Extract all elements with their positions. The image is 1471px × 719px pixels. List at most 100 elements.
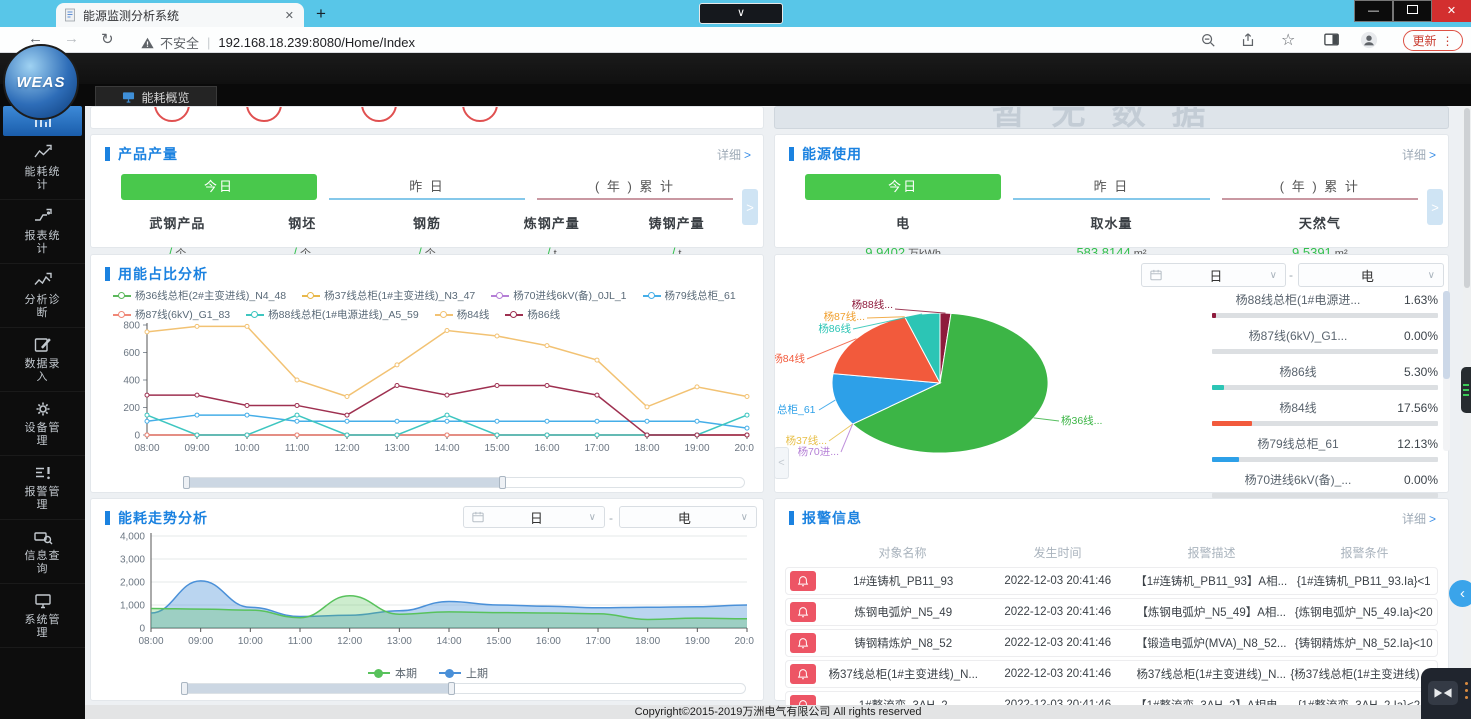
- share-icon[interactable]: [1240, 32, 1256, 48]
- more-menu-icon[interactable]: ⋮: [1442, 34, 1454, 48]
- collapse-button[interactable]: ‹: [1449, 580, 1471, 607]
- update-button[interactable]: 更新 ⋮: [1403, 30, 1463, 51]
- legend-item[interactable]: 杨36线总柜(2#主变进线)_N4_48: [113, 288, 286, 303]
- trend-energy-type-select[interactable]: 电 ∨: [619, 506, 757, 528]
- sidebar-item-info-query[interactable]: 信息查询: [0, 520, 85, 584]
- sidebar-item-label: 报表统计: [25, 230, 61, 256]
- reload-button[interactable]: ↻: [101, 30, 114, 48]
- alarm-bell-icon: [790, 571, 816, 591]
- energy-type-select[interactable]: 电 ∨: [1298, 263, 1444, 287]
- alarm-row[interactable]: 1#连铸机_PB11_932022-12-03 20:41:46【1#连铸机_P…: [785, 567, 1438, 595]
- tab-yesterday[interactable]: 昨 日: [1013, 174, 1209, 200]
- line-chart-datazoom-slider[interactable]: [183, 477, 745, 488]
- sidebar-item-analysis-diagnosis[interactable]: 分析诊断: [0, 264, 85, 328]
- no-data-placeholder: 暂无数据: [775, 106, 1448, 129]
- tab-today[interactable]: 今日: [121, 174, 317, 200]
- svg-text:15:00: 15:00: [486, 636, 511, 647]
- energy-metrics: 电9.9402万kWh取水量583.8144m²天然气9.5391m²: [775, 200, 1448, 261]
- main-content: 暂无数据 产品产量 详细> 今日昨 日( 年 ) 累 计 武钢产品/个钢坯/个钢…: [85, 106, 1471, 705]
- area-chart-datazoom-slider[interactable]: [181, 683, 746, 694]
- ratio-list-item[interactable]: 杨88线总柜(1#电源进...1.63%: [1212, 291, 1438, 318]
- energy-trend-area-chart: 01,0002,0003,0004,00008:0009:0010:0011:0…: [99, 531, 754, 666]
- ratio-list-item[interactable]: 杨87线(6kV)_G1...0.00%: [1212, 327, 1438, 354]
- svg-text:13:00: 13:00: [387, 636, 412, 647]
- alarm-bell-icon: [790, 602, 816, 622]
- usage-ratio-pie-chart: 杨88线...杨36线...杨37线...杨70进...总柜_61杨84线杨87…: [775, 291, 1215, 491]
- panel-bullet: [105, 267, 110, 281]
- new-tab-button[interactable]: +: [316, 4, 326, 24]
- alarm-detail-link[interactable]: 详细>: [1402, 510, 1436, 527]
- chevron-down-icon: ∨: [741, 512, 748, 523]
- address-bar[interactable]: 不安全 | 192.168.18.239:8080/Home/Index: [140, 33, 415, 52]
- window-dropdown-button[interactable]: ∨: [699, 3, 783, 24]
- side-grip-handle[interactable]: [1461, 367, 1471, 413]
- svg-text:17:00: 17:00: [584, 443, 609, 454]
- alarm-row[interactable]: 炼钢电弧炉_N5_492022-12-03 20:41:46【炼钢电弧炉_N5_…: [785, 598, 1438, 626]
- svg-text:3,000: 3,000: [120, 555, 145, 566]
- ratio-list-item[interactable]: 杨84线17.56%: [1212, 399, 1438, 426]
- svg-text:10:00: 10:00: [238, 636, 263, 647]
- sidebar-item-data-entry[interactable]: 数据录入: [0, 328, 85, 392]
- tab-year-total[interactable]: ( 年 ) 累 计: [537, 174, 733, 200]
- carousel-next-button[interactable]: >: [1427, 189, 1443, 225]
- side-panel-icon[interactable]: [1324, 32, 1340, 47]
- alarm-row[interactable]: 铸钢精炼炉_N8_522022-12-03 20:41:46【锻造电弧炉(MVA…: [785, 629, 1438, 657]
- product-detail-link[interactable]: 详细>: [717, 146, 751, 163]
- alarm-info-panel: 报警信息 详细> 对象名称发生时间报警描述报警条件 1#连铸机_PB11_932…: [774, 498, 1449, 701]
- carousel-next-button[interactable]: >: [742, 189, 758, 225]
- monitor-icon: [122, 91, 135, 103]
- tab-energy-overview[interactable]: 能耗概览: [95, 86, 217, 108]
- svg-text:800: 800: [123, 321, 140, 332]
- security-label: 不安全: [160, 33, 199, 52]
- footer: Copyright©2015-2019万洲电气有限公司 All rights r…: [85, 705, 1471, 719]
- maximize-icon: [1407, 5, 1418, 14]
- legend-item[interactable]: 杨79线总柜_61: [643, 288, 736, 303]
- energy-detail-link[interactable]: 详细>: [1402, 146, 1436, 163]
- trend-period-select[interactable]: 日 ∨: [463, 506, 605, 528]
- sidebar-item-device-mgmt[interactable]: 设备管理: [0, 392, 85, 456]
- period-select[interactable]: 日 ∨: [1141, 263, 1286, 287]
- tab-today[interactable]: 今日: [805, 174, 1001, 200]
- tab-yesterday[interactable]: 昨 日: [329, 174, 525, 200]
- legend-item[interactable]: 杨37线总柜(1#主变进线)_N3_47: [302, 288, 475, 303]
- diagnosis-icon: [33, 271, 53, 291]
- bookmark-star-icon[interactable]: ☆: [1281, 30, 1295, 50]
- sidebar-item-system-mgmt[interactable]: 系统管理: [0, 584, 85, 648]
- data-entry-icon: [33, 335, 53, 355]
- sidebar-item-label: 分析诊断: [25, 294, 61, 320]
- svg-text:19:00: 19:00: [685, 636, 710, 647]
- panel-title: 产品产量: [118, 144, 178, 164]
- ratio-percent-list: 杨88线总柜(1#电源进...1.63% 杨87线(6kV)_G1...0.00%…: [1212, 291, 1438, 507]
- browser-tab[interactable]: 能源监测分析系统 ✕: [56, 3, 304, 27]
- sidebar-item-alarm-mgmt[interactable]: 报警管理: [0, 456, 85, 520]
- gear-icon: [33, 399, 53, 419]
- pip-overlay[interactable]: [1421, 668, 1471, 719]
- tab-close-icon[interactable]: ✕: [283, 9, 296, 22]
- minimize-button[interactable]: —: [1354, 0, 1393, 22]
- carousel-prev-button[interactable]: <: [774, 447, 789, 479]
- energy-tabs: 今日昨 日 ( 年 ) 累 计: [775, 164, 1448, 200]
- svg-text:4,000: 4,000: [120, 532, 145, 543]
- panel-bullet: [105, 147, 110, 161]
- sidebar-item-report-stats[interactable]: 报表统计: [0, 200, 85, 264]
- list-scrollbar[interactable]: [1443, 291, 1450, 451]
- page-scrollbar-thumb[interactable]: [1464, 108, 1470, 288]
- tab-year-total[interactable]: ( 年 ) 累 计: [1222, 174, 1418, 200]
- ratio-list-item[interactable]: 杨86线5.30%: [1212, 363, 1438, 390]
- legend-item-上期[interactable]: 上期: [439, 665, 488, 681]
- forward-button[interactable]: →: [64, 30, 79, 47]
- svg-text:杨88线...: 杨88线...: [852, 298, 893, 311]
- alarm-row[interactable]: 杨37线总柜(1#主变进线)_N...2022-12-03 20:41:46杨3…: [785, 660, 1438, 688]
- ratio-list-item[interactable]: 杨79线总柜_6112.13%: [1212, 435, 1438, 462]
- legend-item-本期[interactable]: 本期: [368, 665, 417, 681]
- profile-avatar[interactable]: [1360, 31, 1378, 49]
- sidebar-item-energy-stats[interactable]: 能耗统计: [0, 136, 85, 200]
- maximize-button[interactable]: [1393, 0, 1432, 22]
- pip-icon[interactable]: [1428, 681, 1458, 705]
- ratio-list-item[interactable]: 杨70进线6kV(备)_...0.00%: [1212, 471, 1438, 498]
- zoom-out-icon[interactable]: [1200, 32, 1216, 48]
- alarm-bell-icon: [790, 664, 816, 684]
- svg-text:10:00: 10:00: [234, 443, 259, 454]
- close-button[interactable]: ✕: [1432, 0, 1471, 22]
- legend-item[interactable]: 杨70进线6kV(备)_0JL_1: [491, 288, 626, 303]
